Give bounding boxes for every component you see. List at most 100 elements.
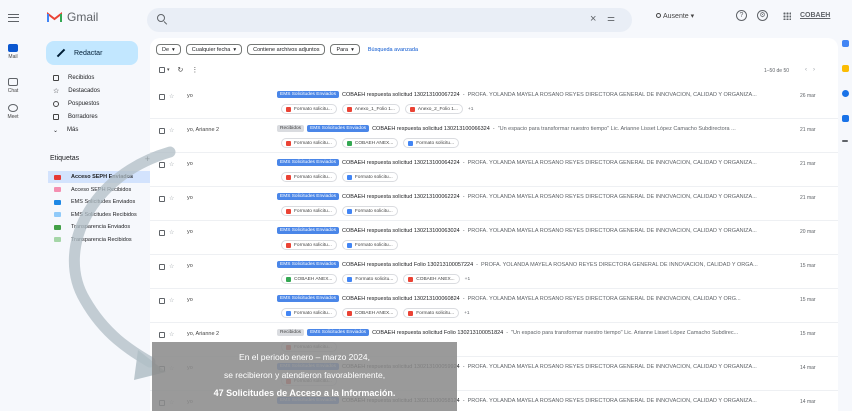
- email-row[interactable]: ☆ yo, Arianne 2 Recibidos EMS Solicitudes E…: [150, 119, 838, 153]
- more-options-icon[interactable]: ⋮: [191, 66, 198, 74]
- attachment-chip[interactable]: COBAEH ANEX...: [341, 308, 399, 318]
- email-row[interactable]: ☆ yo EMS Solicitudes EnviadosCOBAEH respue…: [150, 153, 838, 187]
- select-all-checkbox[interactable]: [159, 67, 165, 73]
- attachment-chip[interactable]: Formato solicitu...: [281, 138, 337, 148]
- email-label-badge[interactable]: Recibidos: [277, 329, 305, 336]
- prev-page-icon[interactable]: ‹: [805, 67, 813, 73]
- email-row[interactable]: ☆ yo EMS Solicitudes EnviadosCOBAEH respue…: [150, 255, 838, 289]
- label-item[interactable]: Acceso SEPH Recibidos: [48, 184, 158, 196]
- status-selector[interactable]: Ausente ▾: [656, 12, 694, 20]
- refresh-icon[interactable]: ↻: [178, 66, 184, 74]
- email-row[interactable]: ☆ yo EMS Solicitudes EnviadosCOBAEH respue…: [150, 187, 838, 221]
- label-item[interactable]: EMS Solicitudes Enviados: [48, 196, 158, 208]
- attachment-chip[interactable]: Formato solicitu...: [341, 172, 398, 182]
- attachment-chip[interactable]: Formato solicitu...: [281, 240, 337, 250]
- row-checkbox[interactable]: [159, 195, 165, 202]
- email-label-badge[interactable]: EMS Solicitudes Enviados: [277, 227, 339, 234]
- more-attachments-count[interactable]: +1: [468, 107, 473, 112]
- compose-button[interactable]: Redactar: [46, 41, 138, 65]
- star-icon[interactable]: ☆: [169, 331, 174, 338]
- pagination-arrows[interactable]: ‹›: [805, 67, 821, 73]
- email-row[interactable]: ☆ yo EMS Solicitudes EnviadosCOBAEH respue…: [150, 289, 838, 323]
- chevron-down-icon: ▾: [172, 46, 175, 53]
- attachment-chip[interactable]: COBAEH ANEX...: [403, 274, 460, 284]
- email-label-badge[interactable]: Recibidos: [277, 125, 305, 132]
- label-item[interactable]: Transparencia Recibidos: [48, 234, 158, 246]
- attachment-chip[interactable]: COBAEH ANEX...: [341, 138, 399, 148]
- attachment-chip[interactable]: Formato solicitu...: [341, 206, 398, 216]
- row-checkbox[interactable]: [159, 93, 165, 100]
- row-checkbox[interactable]: [159, 331, 165, 338]
- attachment-chip[interactable]: Formato solicitu...: [281, 308, 337, 318]
- email-label-badge[interactable]: EMS Solicitudes Enviados: [307, 329, 370, 336]
- filter-date-chip[interactable]: Cualquier fecha ▾: [185, 44, 243, 55]
- row-checkbox[interactable]: [159, 263, 165, 270]
- attachment-chip[interactable]: Formato solicitu...: [403, 308, 460, 318]
- attachment-chip[interactable]: Formato solicitu...: [281, 206, 337, 216]
- label-name: Acceso SEPH Enviados: [71, 174, 134, 180]
- search-icon[interactable]: [157, 14, 165, 22]
- email-label-badge[interactable]: EMS Solicitudes Enviados: [277, 193, 339, 200]
- filter-to-chip[interactable]: Para ▾: [330, 44, 360, 55]
- attachment-chip[interactable]: Formato solicitu...: [281, 172, 337, 182]
- filter-from-chip[interactable]: De ▾: [156, 44, 181, 55]
- gmail-logo[interactable]: Gmail: [47, 10, 98, 24]
- attachment-chip[interactable]: Formato solicitu...: [281, 104, 337, 114]
- row-checkbox[interactable]: [159, 161, 165, 168]
- star-icon[interactable]: ☆: [169, 161, 174, 168]
- email-row[interactable]: ☆ yo EMS Solicitudes EnviadosCOBAEH respue…: [150, 85, 838, 119]
- nav-item-more[interactable]: ⌄ Más: [46, 124, 156, 136]
- nav-item-starred[interactable]: ☆ Destacados: [46, 85, 156, 97]
- email-label-badge[interactable]: EMS Solicitudes Enviados: [277, 159, 339, 166]
- more-attachments-count[interactable]: +1: [465, 277, 470, 282]
- email-label-badge[interactable]: EMS Solicitudes Enviados: [277, 91, 339, 98]
- rail-mail[interactable]: Mail: [0, 44, 26, 60]
- settings-icon[interactable]: ⚙: [757, 10, 768, 21]
- nav-item-snoozed[interactable]: Pospuestos: [46, 98, 156, 110]
- apps-grid-icon[interactable]: [783, 12, 791, 20]
- keep-icon[interactable]: [842, 65, 849, 72]
- next-page-icon[interactable]: ›: [813, 67, 821, 73]
- subject-separator: -: [462, 363, 465, 370]
- more-attachments-count[interactable]: +1: [464, 311, 469, 316]
- search-bar[interactable]: × ⚌: [147, 8, 632, 32]
- email-label-badge[interactable]: EMS Solicitudes Enviados: [307, 125, 370, 132]
- filter-attachments-chip[interactable]: Contiene archivos adjuntos: [247, 44, 326, 55]
- star-icon[interactable]: ☆: [169, 263, 174, 270]
- main-menu-icon[interactable]: [8, 14, 19, 22]
- tasks-icon[interactable]: [842, 90, 849, 97]
- clear-search-icon[interactable]: ×: [590, 13, 596, 25]
- rail-chat[interactable]: Chat: [0, 78, 26, 94]
- advanced-search-link[interactable]: Búsqueda avanzada: [368, 47, 418, 53]
- calendar-icon[interactable]: [842, 40, 849, 47]
- account-org-logo[interactable]: COBAEH: [800, 12, 830, 19]
- star-icon[interactable]: ☆: [169, 229, 174, 236]
- email-label-badge[interactable]: EMS Solicitudes Enviados: [277, 295, 339, 302]
- rail-meet[interactable]: Meet: [0, 104, 26, 120]
- label-item[interactable]: EMS Solicitudes Recibidos: [48, 209, 158, 221]
- attachment-chip[interactable]: COBAEH ANEX...: [281, 274, 338, 284]
- star-icon[interactable]: ☆: [169, 127, 174, 134]
- attachment-chip[interactable]: Formato solicitu...: [341, 240, 398, 250]
- attachment-chip[interactable]: Anexo_2_Folio 1...: [404, 104, 463, 114]
- row-checkbox[interactable]: [159, 229, 165, 236]
- nav-item-inbox[interactable]: Recibidos: [46, 72, 156, 84]
- star-icon[interactable]: ☆: [169, 195, 174, 202]
- contacts-icon[interactable]: [842, 115, 849, 122]
- attachment-chip[interactable]: Formato solicitu...: [403, 138, 460, 148]
- help-icon[interactable]: ?: [736, 10, 747, 21]
- star-icon[interactable]: ☆: [169, 93, 174, 100]
- star-icon[interactable]: ☆: [169, 297, 174, 304]
- row-checkbox[interactable]: [159, 127, 165, 134]
- search-options-icon[interactable]: ⚌: [607, 13, 615, 24]
- row-checkbox[interactable]: [159, 297, 165, 304]
- attachment-chip[interactable]: Anexo_1_Folio 1...: [341, 104, 400, 114]
- add-addon-icon[interactable]: [842, 140, 848, 142]
- label-item[interactable]: Acceso SEPH Enviados: [48, 171, 158, 183]
- nav-item-drafts[interactable]: Borradores: [46, 111, 156, 123]
- email-row[interactable]: ☆ yo EMS Solicitudes EnviadosCOBAEH respue…: [150, 221, 838, 255]
- select-menu-chevron-icon[interactable]: ▾: [167, 67, 170, 73]
- email-label-badge[interactable]: EMS Solicitudes Enviados: [277, 261, 339, 268]
- label-item[interactable]: Transparencia Enviados: [48, 221, 158, 233]
- attachment-chip[interactable]: Formato solicitu...: [342, 274, 399, 284]
